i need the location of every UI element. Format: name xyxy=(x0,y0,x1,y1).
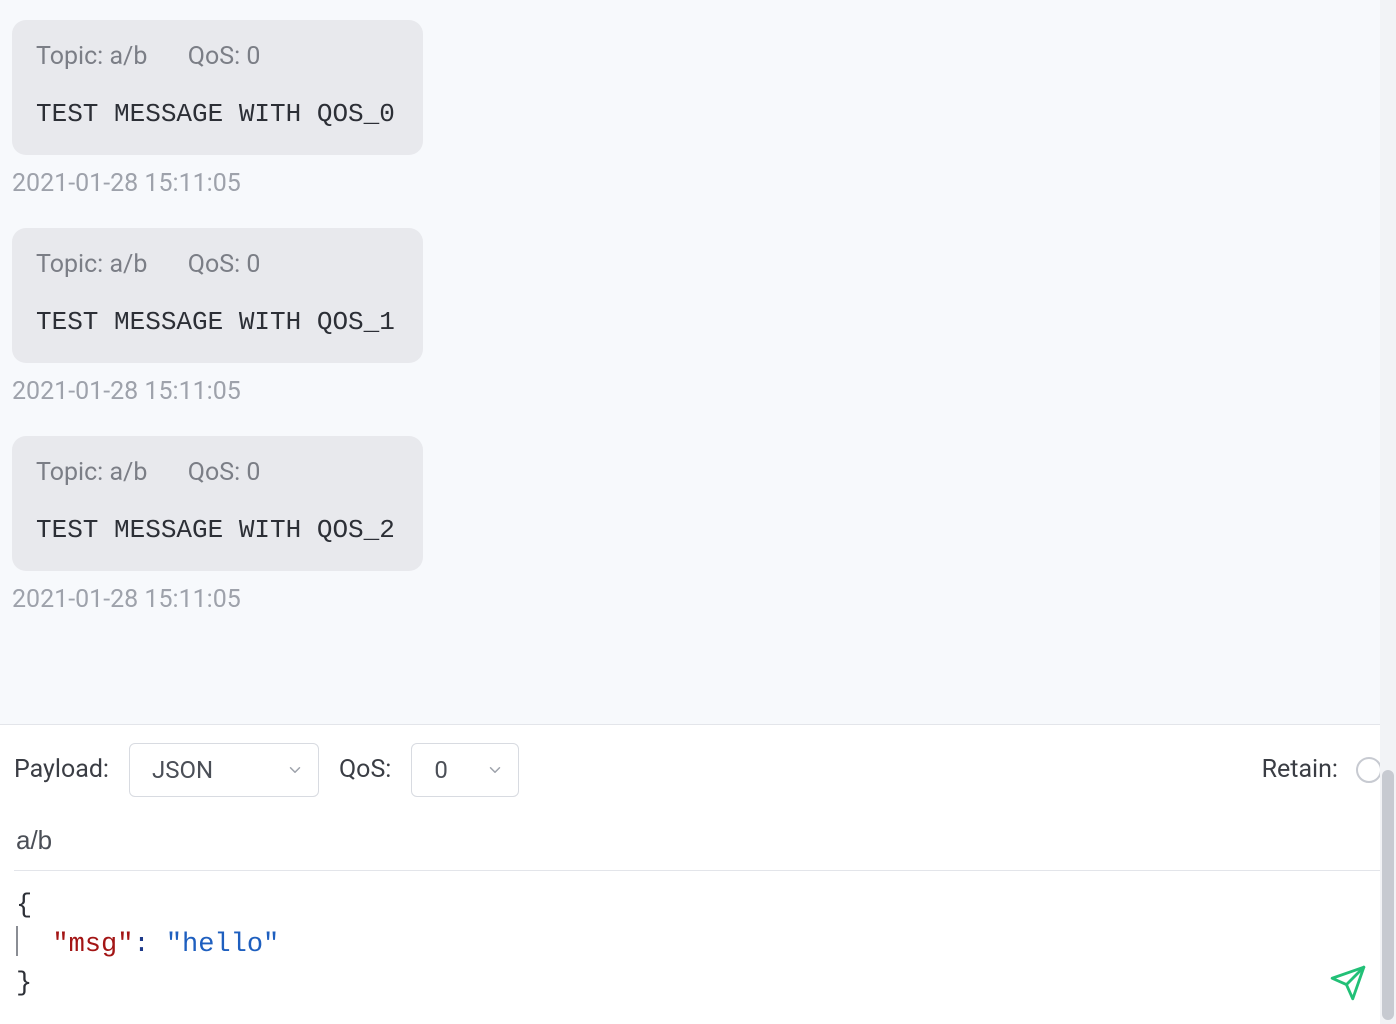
topic-label: Topic: xyxy=(36,250,103,279)
message-item: Topic: a/b QoS: 0 TEST MESSAGE WITH QOS_… xyxy=(12,228,1384,406)
message-timestamp: 2021-01-28 15:11:05 xyxy=(12,585,1384,614)
message-item: Topic: a/b QoS: 0 TEST MESSAGE WITH QOS_… xyxy=(12,436,1384,614)
message-timestamp: 2021-01-28 15:11:05 xyxy=(12,377,1384,406)
message-header: Topic: a/b QoS: 0 xyxy=(36,42,395,71)
json-key: "msg" xyxy=(52,930,133,960)
qos-label: QoS: xyxy=(188,458,240,487)
message-body: TEST MESSAGE WITH QOS_1 xyxy=(36,307,395,337)
json-open-brace: { xyxy=(16,891,32,921)
topic-input[interactable] xyxy=(14,819,1382,871)
scrollbar-track[interactable] xyxy=(1380,0,1396,1024)
topic-value: a/b xyxy=(109,42,147,71)
scrollbar-thumb[interactable] xyxy=(1382,770,1394,1020)
json-value: "hello" xyxy=(166,930,279,960)
message-body: TEST MESSAGE WITH QOS_0 xyxy=(36,99,395,129)
message-body: TEST MESSAGE WITH QOS_2 xyxy=(36,515,395,545)
qos-label: QoS: xyxy=(188,42,240,71)
qos-value: 0 xyxy=(246,458,260,487)
composer-options-row: Payload: JSON QoS: 0 Retain: xyxy=(14,743,1382,797)
payload-format-select[interactable]: JSON xyxy=(129,743,319,797)
send-button[interactable] xyxy=(1326,962,1370,1006)
message-timestamp: 2021-01-28 15:11:05 xyxy=(12,169,1384,198)
retain-radio[interactable] xyxy=(1356,757,1382,783)
message-bubble: Topic: a/b QoS: 0 TEST MESSAGE WITH QOS_… xyxy=(12,436,423,571)
editor-caret xyxy=(16,926,18,956)
message-header: Topic: a/b QoS: 0 xyxy=(36,458,395,487)
qos-label: QoS: xyxy=(339,755,391,784)
qos-value: 0 xyxy=(246,250,260,279)
message-bubble: Topic: a/b QoS: 0 TEST MESSAGE WITH QOS_… xyxy=(12,20,423,155)
topic-value: a/b xyxy=(109,458,147,487)
payload-editor[interactable]: { "msg": "hello" } xyxy=(14,871,1382,1004)
json-colon: : xyxy=(133,930,165,960)
message-item: Topic: a/b QoS: 0 TEST MESSAGE WITH QOS_… xyxy=(12,20,1384,198)
qos-value: 0 xyxy=(246,42,260,71)
message-header: Topic: a/b QoS: 0 xyxy=(36,250,395,279)
qos-label: QoS: xyxy=(188,250,240,279)
topic-label: Topic: xyxy=(36,458,103,487)
chevron-down-icon xyxy=(486,761,504,779)
payload-format-value: JSON xyxy=(152,756,213,784)
retain-label: Retain: xyxy=(1262,755,1338,784)
message-bubble: Topic: a/b QoS: 0 TEST MESSAGE WITH QOS_… xyxy=(12,228,423,363)
messages-area: Topic: a/b QoS: 0 TEST MESSAGE WITH QOS_… xyxy=(0,0,1396,724)
chevron-down-icon xyxy=(286,761,304,779)
json-close-brace: } xyxy=(16,969,32,999)
send-icon xyxy=(1329,964,1367,1005)
topic-label: Topic: xyxy=(36,42,103,71)
qos-select[interactable]: 0 xyxy=(411,743,519,797)
composer-panel: Payload: JSON QoS: 0 Retain: { "msg": "h… xyxy=(0,724,1396,1024)
payload-label: Payload: xyxy=(14,755,109,784)
topic-value: a/b xyxy=(109,250,147,279)
qos-select-value: 0 xyxy=(434,756,448,784)
json-indent xyxy=(20,930,52,960)
